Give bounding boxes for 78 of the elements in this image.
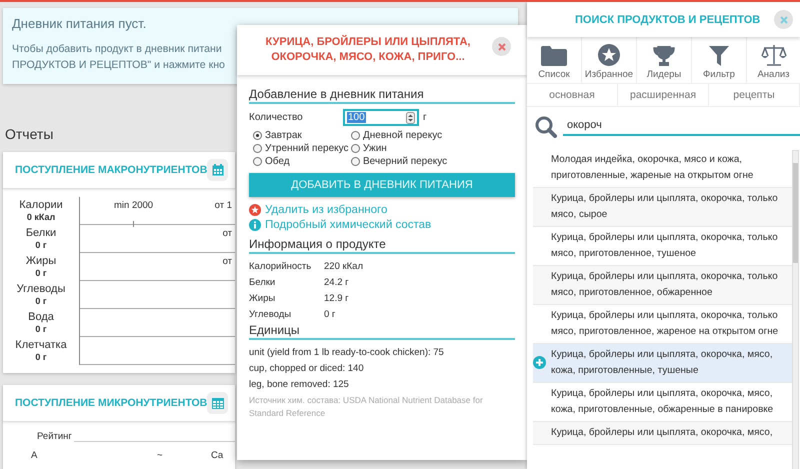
- add-icon[interactable]: [533, 356, 546, 369]
- info-label: Жиры: [249, 292, 276, 306]
- folder-icon: [541, 46, 567, 66]
- nutrient-label: Клетчатка: [15, 339, 67, 351]
- meal-radio[interactable]: Вечерний перекус: [351, 156, 448, 167]
- info-label: Калорийность: [249, 260, 312, 274]
- table-button[interactable]: [207, 392, 228, 414]
- unit-label: г: [423, 112, 427, 123]
- close-icon: [498, 42, 506, 50]
- info-label: Белки: [249, 276, 276, 290]
- table-cell: ~: [157, 450, 163, 461]
- meal-radio[interactable]: Обед: [253, 156, 290, 167]
- nutrient-label: Вода: [28, 311, 54, 323]
- tick-mark: [133, 221, 134, 227]
- section-heading: Единицы: [249, 323, 515, 340]
- info-icon: [249, 219, 261, 231]
- info-value: 220 кКал: [324, 260, 364, 274]
- card-title: ПОСТУПЛЕНИЕ МАКРОНУТРИЕНТОВ: [15, 164, 208, 176]
- quantity-field[interactable]: 100: [343, 109, 419, 126]
- spinner-icon: [406, 112, 415, 124]
- card-title: ПОСТУПЛЕНИЕ МИКРОНУТРИЕНТОВ: [15, 397, 208, 409]
- close-icon: [780, 16, 788, 24]
- dialog-title: КУРИЦА, БРОЙЛЕРЫ ИЛИ ЦЫПЛЯТА, ОКОРОЧКА, МЯСО, КОЖА, ПРИГО...: [264, 35, 472, 65]
- close-button[interactable]: [774, 10, 793, 29]
- range-label: от: [222, 228, 232, 239]
- calendar-icon: [212, 164, 224, 176]
- quantity-label: Количество: [249, 112, 304, 123]
- info-value: 0 г: [324, 308, 336, 322]
- result-item[interactable]: Курица, бройлеры или цыплята, окорочка, только мясо, приготовленное, обжаренное: [533, 266, 794, 305]
- section-title: Отчеты: [5, 126, 54, 142]
- section-heading: Добавление в дневник питания: [249, 87, 515, 104]
- nutrient-label: Белки: [26, 227, 56, 239]
- scales-icon: [760, 44, 786, 66]
- meal-radio[interactable]: Ужин: [351, 143, 387, 154]
- nutrient-value: 0 кКал: [26, 211, 56, 223]
- nutrient-value: 0 г: [35, 323, 47, 335]
- nutrient-value: 0 г: [35, 351, 47, 363]
- nutrient-value: 0 г: [35, 239, 47, 251]
- section-heading: Информация о продукте: [249, 237, 515, 254]
- nutrient-label: Углеводы: [16, 283, 66, 295]
- meal-radio[interactable]: Утренний перекус: [253, 143, 349, 154]
- result-item[interactable]: Курица, бройлеры или цыплята, окорочка, только мясо, сырое: [533, 188, 794, 227]
- filter-icon: [709, 46, 729, 66]
- unit-row-text: unit (yield from 1 lb ready-to-cook chicken): 75: [249, 346, 445, 360]
- search-icon: [535, 116, 557, 138]
- table-cell: A: [31, 450, 38, 461]
- nutrient-label: Калории: [19, 199, 63, 211]
- meal-radio[interactable]: Дневной перекус: [351, 130, 442, 141]
- unit-row-text: leg, bone removed: 125: [249, 378, 350, 392]
- calendar-button[interactable]: [207, 159, 228, 181]
- nutrient-label: Жиры: [26, 255, 56, 267]
- star-icon: [249, 204, 261, 216]
- min-label: min 2000: [114, 200, 154, 211]
- scrollbar[interactable]: [792, 150, 799, 469]
- search-field[interactable]: окороч: [563, 118, 800, 136]
- range-label: от: [222, 256, 232, 267]
- info-value: 12.9 г: [324, 292, 349, 306]
- table-cell: Ca: [211, 450, 224, 461]
- search-tab[interactable]: основная: [527, 84, 618, 106]
- info-label: Углеводы: [249, 308, 292, 322]
- trophy-icon: [653, 46, 675, 66]
- info-text: ПРОДУКТОВ И РЕЦЕПТОВ" и нажмите кно: [12, 58, 225, 73]
- rating-label: Рейтинг: [37, 431, 72, 442]
- unit-row-text: cup, chopped or diced: 140: [249, 362, 365, 376]
- nutrient-value: 0 г: [35, 267, 47, 279]
- source-note: Источник хим. состава: USDA National Nutrient Database for Standard Reference: [249, 394, 484, 420]
- range-label: от 1: [214, 200, 232, 211]
- nutrient-value: 0 г: [35, 295, 47, 307]
- result-item[interactable]: Курица, бройлеры или цыплята, окорочка, мясо,: [533, 422, 794, 445]
- info-text: Чтобы добавить продукт в дневник питани: [12, 42, 222, 57]
- info-title: Дневник питания пуст.: [12, 16, 148, 31]
- info-value: 24.2 г: [324, 276, 349, 290]
- folder-tool[interactable]: Список: [527, 37, 582, 83]
- table-icon: [212, 398, 224, 408]
- meal-radio[interactable]: Завтрак: [253, 130, 302, 141]
- close-button[interactable]: [492, 37, 511, 56]
- result-item[interactable]: Курица, бройлеры или цыплята, окорочка, мясо, кожа, приготовленные, тушеные: [533, 344, 794, 383]
- panel-title: ПОИСК ПРОДУКТОВ И РЕЦЕПТОВ: [575, 14, 760, 26]
